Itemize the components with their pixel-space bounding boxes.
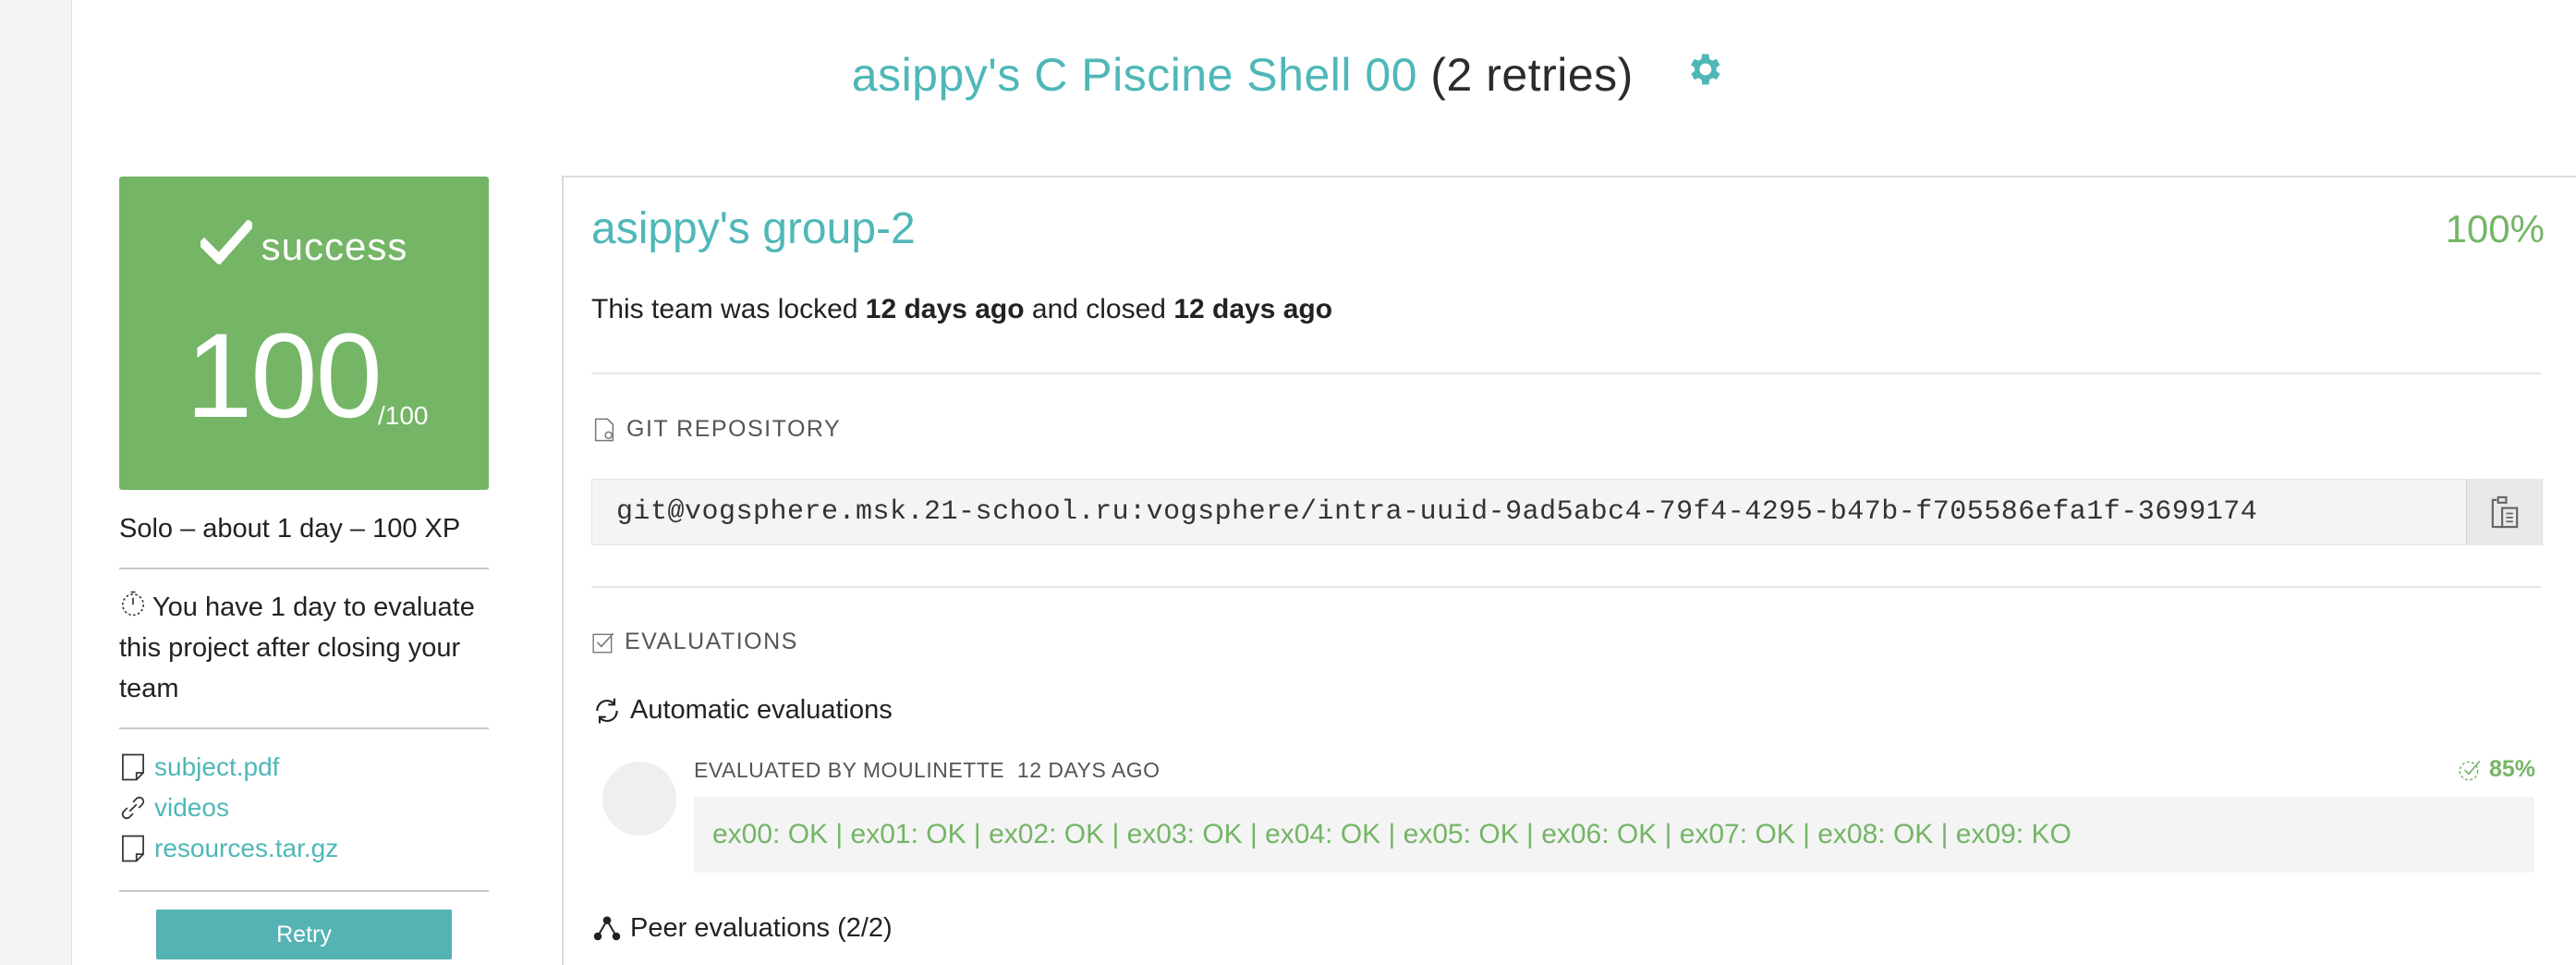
divider <box>591 586 2541 588</box>
evaluations-section-label: EVALUATIONS <box>591 629 798 655</box>
gear-icon[interactable] <box>1683 47 1724 101</box>
status-label: success <box>119 218 489 269</box>
team-percent: 100% <box>2445 207 2545 250</box>
document-icon <box>122 835 144 862</box>
evaluator-avatar <box>602 762 676 836</box>
divider <box>591 373 2541 374</box>
evaluator-line: EVALUATED BY MOULINETTE 12 DAYS AGO <box>694 758 1160 783</box>
resources-link[interactable]: resources.tar.gz <box>154 834 338 863</box>
locked-ago: 12 days ago <box>865 294 1025 324</box>
eval-note-text: You have 1 day to evaluate this project … <box>119 592 475 703</box>
retries-count: (2 retries) <box>1417 49 1634 101</box>
file-item[interactable]: videos <box>119 788 489 828</box>
checkbox-icon <box>592 632 614 654</box>
git-label-text: GIT REPOSITORY <box>626 416 842 442</box>
automatic-evaluations-title: Automatic evaluations <box>591 695 893 726</box>
status-text: success <box>261 225 408 268</box>
videos-link[interactable]: videos <box>154 793 229 823</box>
file-code-icon <box>594 418 614 441</box>
evaluations-label-text: EVALUATIONS <box>625 629 798 654</box>
max-score: /100 <box>378 401 429 430</box>
lock-middle: and closed <box>1024 294 1174 324</box>
divider <box>119 890 489 892</box>
eval-note: You have 1 day to evaluate this project … <box>119 587 489 709</box>
link-icon <box>121 796 145 820</box>
project-title: asippy's C Piscine Shell 00 <box>851 49 1417 101</box>
file-item[interactable]: subject.pdf <box>119 747 489 788</box>
project-meta: Solo – about 1 day – 100 XP <box>119 514 461 544</box>
network-icon <box>593 915 621 940</box>
checkmark-icon <box>197 218 255 266</box>
team-name[interactable]: asippy's group-2 <box>591 203 916 254</box>
page-title: asippy's C Piscine Shell 00 (2 retries) <box>0 48 2576 102</box>
file-item[interactable]: resources.tar.gz <box>119 828 489 869</box>
git-section-label: GIT REPOSITORY <box>591 416 841 443</box>
automatic-title-text: Automatic evaluations <box>630 695 893 725</box>
evaluation-score-value: 85% <box>2488 756 2535 782</box>
evaluation-score: 85% <box>2458 756 2535 783</box>
final-mark-box: success 100 /100 <box>119 177 489 490</box>
retry-button[interactable]: Retry <box>156 910 452 959</box>
subject-pdf-link[interactable]: subject.pdf <box>154 752 279 782</box>
git-repo-box: git@vogsphere.msk.21-school.ru:vogsphere… <box>591 479 2543 545</box>
divider <box>119 727 489 729</box>
evaluator-name: EVALUATED BY MOULINETTE <box>694 758 1005 782</box>
check-circle-icon <box>2459 760 2481 781</box>
git-repo-url[interactable]: git@vogsphere.msk.21-school.ru:vogsphere… <box>592 496 2466 528</box>
clipboard-icon <box>2491 495 2518 529</box>
peer-title-text: Peer evaluations (2/2) <box>630 913 893 943</box>
closed-ago: 12 days ago <box>1173 294 1333 324</box>
evaluated-ago: 12 DAYS AGO <box>1016 758 1160 782</box>
project-files-list: subject.pdf videos resources.tar.gz <box>119 747 489 869</box>
team-lock-status: This team was locked 12 days ago and clo… <box>591 294 1332 325</box>
evaluation-result: ex00: OK | ex01: OK | ex02: OK | ex03: O… <box>694 797 2534 873</box>
lock-prefix: This team was locked <box>591 294 866 324</box>
final-score: 100 <box>186 308 383 443</box>
stopwatch-icon <box>121 592 145 617</box>
copy-button[interactable] <box>2466 479 2542 545</box>
left-sidebar-strip <box>0 0 72 965</box>
refresh-icon <box>596 698 618 723</box>
divider <box>119 568 489 569</box>
peer-evaluations-title: Peer evaluations (2/2) <box>591 913 893 944</box>
document-icon <box>122 753 144 781</box>
